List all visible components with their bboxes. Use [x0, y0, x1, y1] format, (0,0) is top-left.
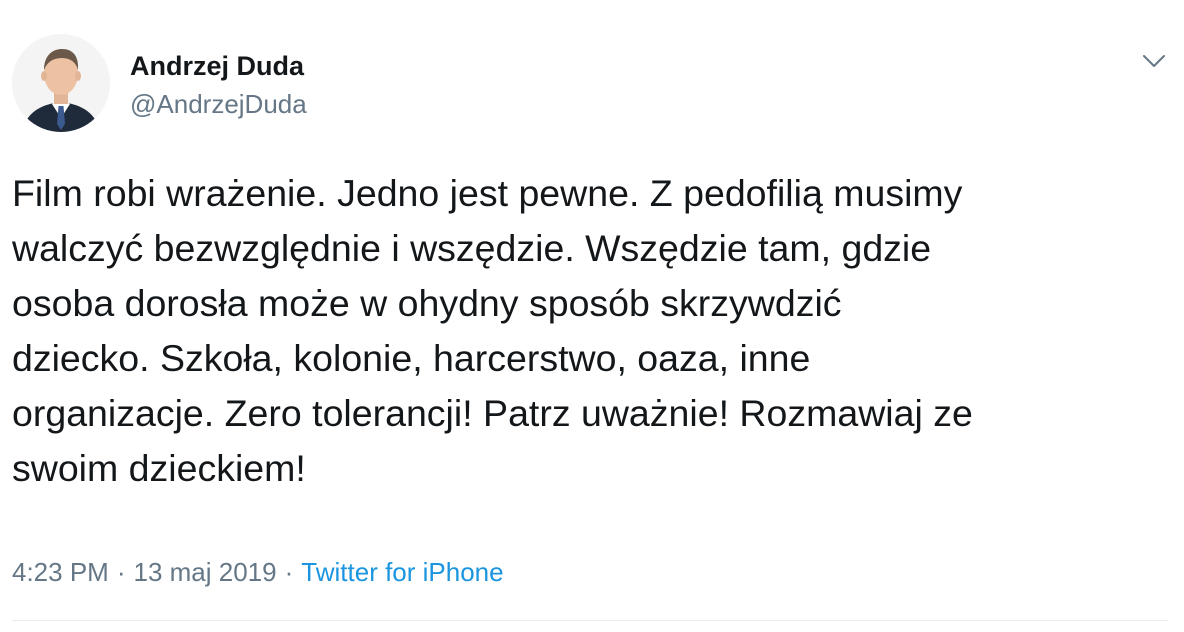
chevron-down-icon[interactable] — [1140, 50, 1168, 72]
avatar[interactable] — [12, 34, 110, 132]
tweet-source-link[interactable]: Twitter for iPhone — [301, 557, 503, 587]
tweet-meta: 4:23 PM · 13 maj 2019 · Twitter for iPhone — [12, 555, 504, 589]
tweet-date[interactable]: 13 maj 2019 — [134, 557, 277, 587]
tweet-text-line: organizacje. Zero tolerancji! Patrz uważ… — [12, 392, 973, 434]
divider — [12, 620, 1168, 621]
avatar-photo — [12, 34, 110, 132]
meta-separator: · — [116, 557, 126, 587]
author-name[interactable]: Andrzej Duda — [130, 50, 304, 82]
tweet-text-line: swoim dzieckiem! — [12, 447, 306, 489]
tweet-text-line: osoba dorosła może w ohydny sposób skrzy… — [12, 282, 842, 324]
meta-separator: · — [284, 557, 294, 587]
tweet-text-line: Film robi wrażenie. Jedno jest pewne. Z … — [12, 172, 963, 214]
tweet-time[interactable]: 4:23 PM — [12, 557, 109, 587]
tweet-card: Andrzej Duda @AndrzejDuda Film robi wraż… — [0, 0, 1184, 632]
tweet-text-line: dziecko. Szkoła, kolonie, harcerstwo, oa… — [12, 337, 811, 379]
tweet-text-line: walczyć bezwzględnie i wszędzie. Wszędzi… — [12, 227, 932, 269]
tweet-text: Film robi wrażenie. Jedno jest pewne. Z … — [12, 166, 1162, 496]
author-handle[interactable]: @AndrzejDuda — [130, 88, 307, 120]
